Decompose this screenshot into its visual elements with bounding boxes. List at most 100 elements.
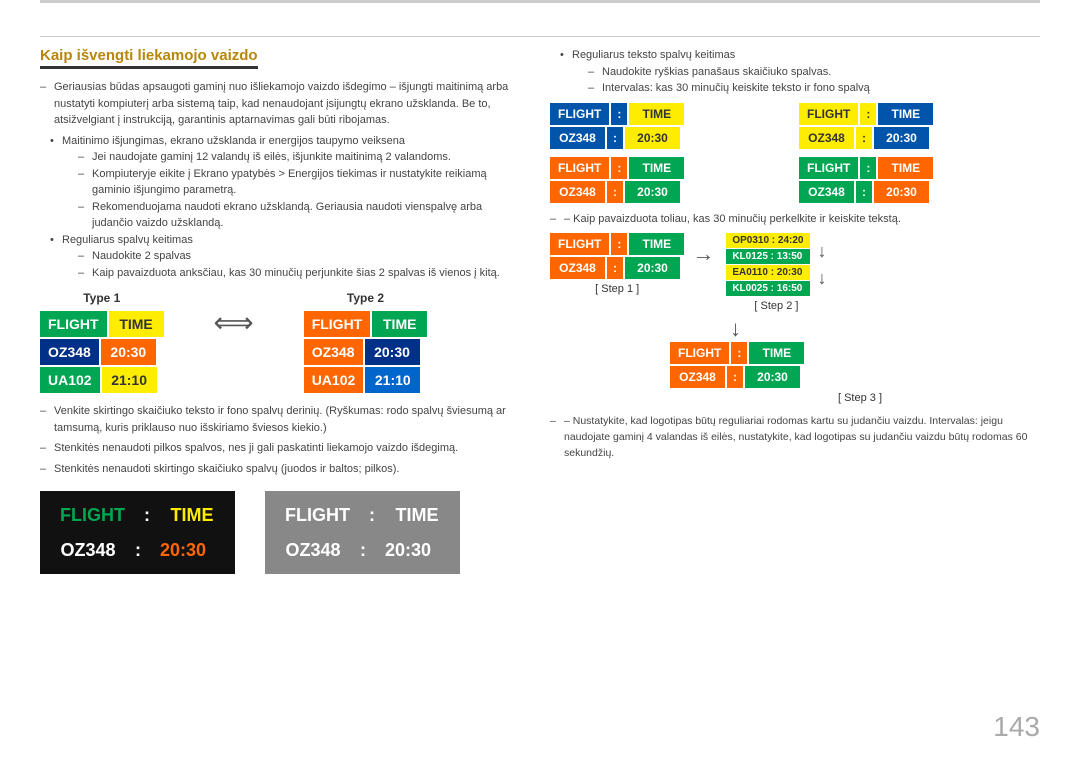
color-grid: FLIGHT : TIME OZ348 : 20:30 [550, 103, 1040, 203]
cell-time2-b2: 20:30 [874, 127, 929, 149]
right-sub-2: Intervalas: kas 30 minučių keiskite teks… [588, 80, 1040, 97]
sub-bullets-2: Naudokite 2 spalvas Kaip pavaizduota ank… [78, 248, 510, 281]
arrow-to-step3: ↓ [550, 316, 1040, 342]
step1-time2: 20:30 [625, 257, 680, 279]
step3-col: FLIGHT : TIME OZ348 : 20:30 [ Step 3 ] [550, 342, 1040, 404]
black-board-row2: OZ348 : 20:30 [48, 534, 227, 566]
step1-colon2: : [607, 257, 623, 279]
step2-row4: KL0025 : 16:50 [726, 281, 809, 296]
cell-2030-blue-dark: 20:30 [365, 339, 420, 365]
left-column: Kaip išvengti liekamojo vaizdo Geriausia… [40, 47, 530, 574]
cell-time2-b3: 20:30 [625, 181, 680, 203]
cell-oz348-gray: OZ348 [273, 534, 353, 566]
sub-bullet-1-3: Rekomenduojama naudoti ekrano užsklandą.… [78, 199, 510, 232]
type2-row-3: UA102 21:10 [304, 367, 428, 393]
cell-2030-gray: 20:30 [373, 534, 443, 566]
board2-row2: OZ348 : 20:30 [799, 127, 933, 149]
step-note: – Kaip pavaizduota toliau, kas 30 minuči… [550, 211, 1040, 228]
step2-board: OP0310 : 24:20 KL0125 : 13:50 EA0110 : 2… [726, 233, 809, 296]
cell-2110-blue: 21:10 [365, 367, 420, 393]
step3-colon2: : [727, 366, 743, 388]
step3-time2: 20:30 [745, 366, 800, 388]
sub-bullets-1: Jei naudojate gaminį 12 valandų iš eilės… [78, 149, 510, 232]
arrow-down-1: ↓ [818, 241, 827, 262]
grid-board-3: FLIGHT : TIME OZ348 : 20:30 [550, 157, 791, 203]
cell-time2-b4: 20:30 [874, 181, 929, 203]
cell-2110-yellow: 21:10 [102, 367, 157, 393]
grid-board-2: FLIGHT : TIME OZ348 : 20:30 [799, 103, 1040, 149]
sub-bullet-1-2: Kompiuteryje eikite į Ekrano ypatybės > … [78, 166, 510, 199]
note2: Stenkitės nenaudoti pilkos spalvos, nes … [40, 440, 510, 457]
board4-row2: OZ348 : 20:30 [799, 181, 933, 203]
type1-row-3: UA102 21:10 [40, 367, 164, 393]
cell-flight-b3: FLIGHT [550, 157, 609, 179]
black-board-row1: FLIGHT : TIME [48, 499, 227, 531]
board1-row1: FLIGHT : TIME [550, 103, 684, 125]
gray-board-row2: OZ348 : 20:30 [273, 534, 452, 566]
cell-time-b2: TIME [878, 103, 933, 125]
cell-colon-2: : [130, 534, 146, 566]
step1-time: TIME [629, 233, 684, 255]
black-board: FLIGHT : TIME OZ348 : 20:30 [40, 491, 235, 574]
cell-flight-dark: FLIGHT [48, 499, 137, 531]
cell-ua102-orange: UA102 [304, 367, 364, 393]
sub-bullet-2-1: Naudokite 2 spalvas [78, 248, 510, 265]
step3-row2: OZ348 : 20:30 [670, 366, 804, 388]
board-blue-yellow: FLIGHT : TIME OZ348 : 20:30 [550, 103, 684, 149]
right-bullets: Reguliarus teksto spalvų keitimas Naudok… [560, 47, 1040, 97]
cell-time-b3: TIME [629, 157, 684, 179]
step3-flight: FLIGHT [670, 342, 729, 364]
swap-arrow: ⟺ [204, 306, 264, 339]
step2-content: OP0310 : 24:20 KL0125 : 13:50 EA0110 : 2… [726, 233, 826, 296]
step1-label: [ Step 1 ] [595, 283, 639, 295]
type2-row-2: OZ348 20:30 [304, 339, 428, 365]
grid-board-4: FLIGHT : TIME OZ348 : 20:30 [799, 157, 1040, 203]
cell-2030-orange: 20:30 [101, 339, 156, 365]
grid-board-1: FLIGHT : TIME OZ348 : 20:30 [550, 103, 791, 149]
step1-flight: FLIGHT [550, 233, 609, 255]
cell-colon-b3: : [611, 157, 627, 179]
cell-oz-b3: OZ348 [550, 181, 605, 203]
step2-col: OP0310 : 24:20 KL0125 : 13:50 EA0110 : 2… [726, 233, 826, 312]
step1-row1: FLIGHT : TIME [550, 233, 684, 255]
right-sub-1: Naudokite ryškias panašaus skaičiuko spa… [588, 64, 1040, 81]
step2-arrows: ↓ ↓ [818, 233, 827, 296]
step3-board: FLIGHT : TIME OZ348 : 20:30 [670, 342, 804, 388]
cell-colon2-b3: : [607, 181, 623, 203]
cell-time-dark: TIME [157, 499, 227, 531]
step2-row1: OP0310 : 24:20 [726, 233, 809, 248]
cell-time-green: TIME [372, 311, 427, 337]
cell-colon-gray-2: : [355, 534, 371, 566]
cell-oz348-blue: OZ348 [40, 339, 99, 365]
cell-colon2-b1: : [607, 127, 623, 149]
cell-colon2-b4: : [856, 181, 872, 203]
step1-oz: OZ348 [550, 257, 605, 279]
cell-time-b1: TIME [629, 103, 684, 125]
section-title: Kaip išvengti liekamojo vaizdo [40, 47, 258, 69]
cell-oz348-dark: OZ348 [48, 534, 128, 566]
cell-time-gray: TIME [382, 499, 452, 531]
board3-row2: OZ348 : 20:30 [550, 181, 684, 203]
type1-row-1: FLIGHT TIME [40, 311, 164, 337]
cell-flight-b4: FLIGHT [799, 157, 858, 179]
board1-row2: OZ348 : 20:30 [550, 127, 684, 149]
cell-flight-green: FLIGHT [40, 311, 107, 337]
top-border [40, 0, 1040, 3]
cell-colon-b2: : [860, 103, 876, 125]
type2-board: FLIGHT TIME OZ348 20:30 UA102 21:10 [304, 311, 428, 393]
step2-row2: KL0125 : 13:50 [726, 249, 809, 264]
step3-row1: FLIGHT : TIME [670, 342, 804, 364]
steps-section: FLIGHT : TIME OZ348 : 20:30 [ Step 1 ] → [550, 233, 1040, 312]
cell-colon-1: : [139, 499, 155, 531]
type2-block: Type 2 FLIGHT TIME OZ348 20:30 UA102 21: [304, 291, 428, 393]
cell-flight-b2: FLIGHT [799, 103, 858, 125]
board4-row1: FLIGHT : TIME [799, 157, 933, 179]
cell-flight-orange: FLIGHT [304, 311, 371, 337]
note3: Stenkitės nenaudoti skirtingo skaičiuko … [40, 461, 510, 478]
step3-time: TIME [749, 342, 804, 364]
right-bullet-1: Reguliarus teksto spalvų keitimas Naudok… [560, 47, 1040, 97]
gray-board-row1: FLIGHT : TIME [273, 499, 452, 531]
cell-colon2-b2: : [856, 127, 872, 149]
page: Kaip išvengti liekamojo vaizdo Geriausia… [0, 0, 1080, 763]
board-green-orange: FLIGHT : TIME OZ348 : 20:30 [799, 157, 933, 203]
